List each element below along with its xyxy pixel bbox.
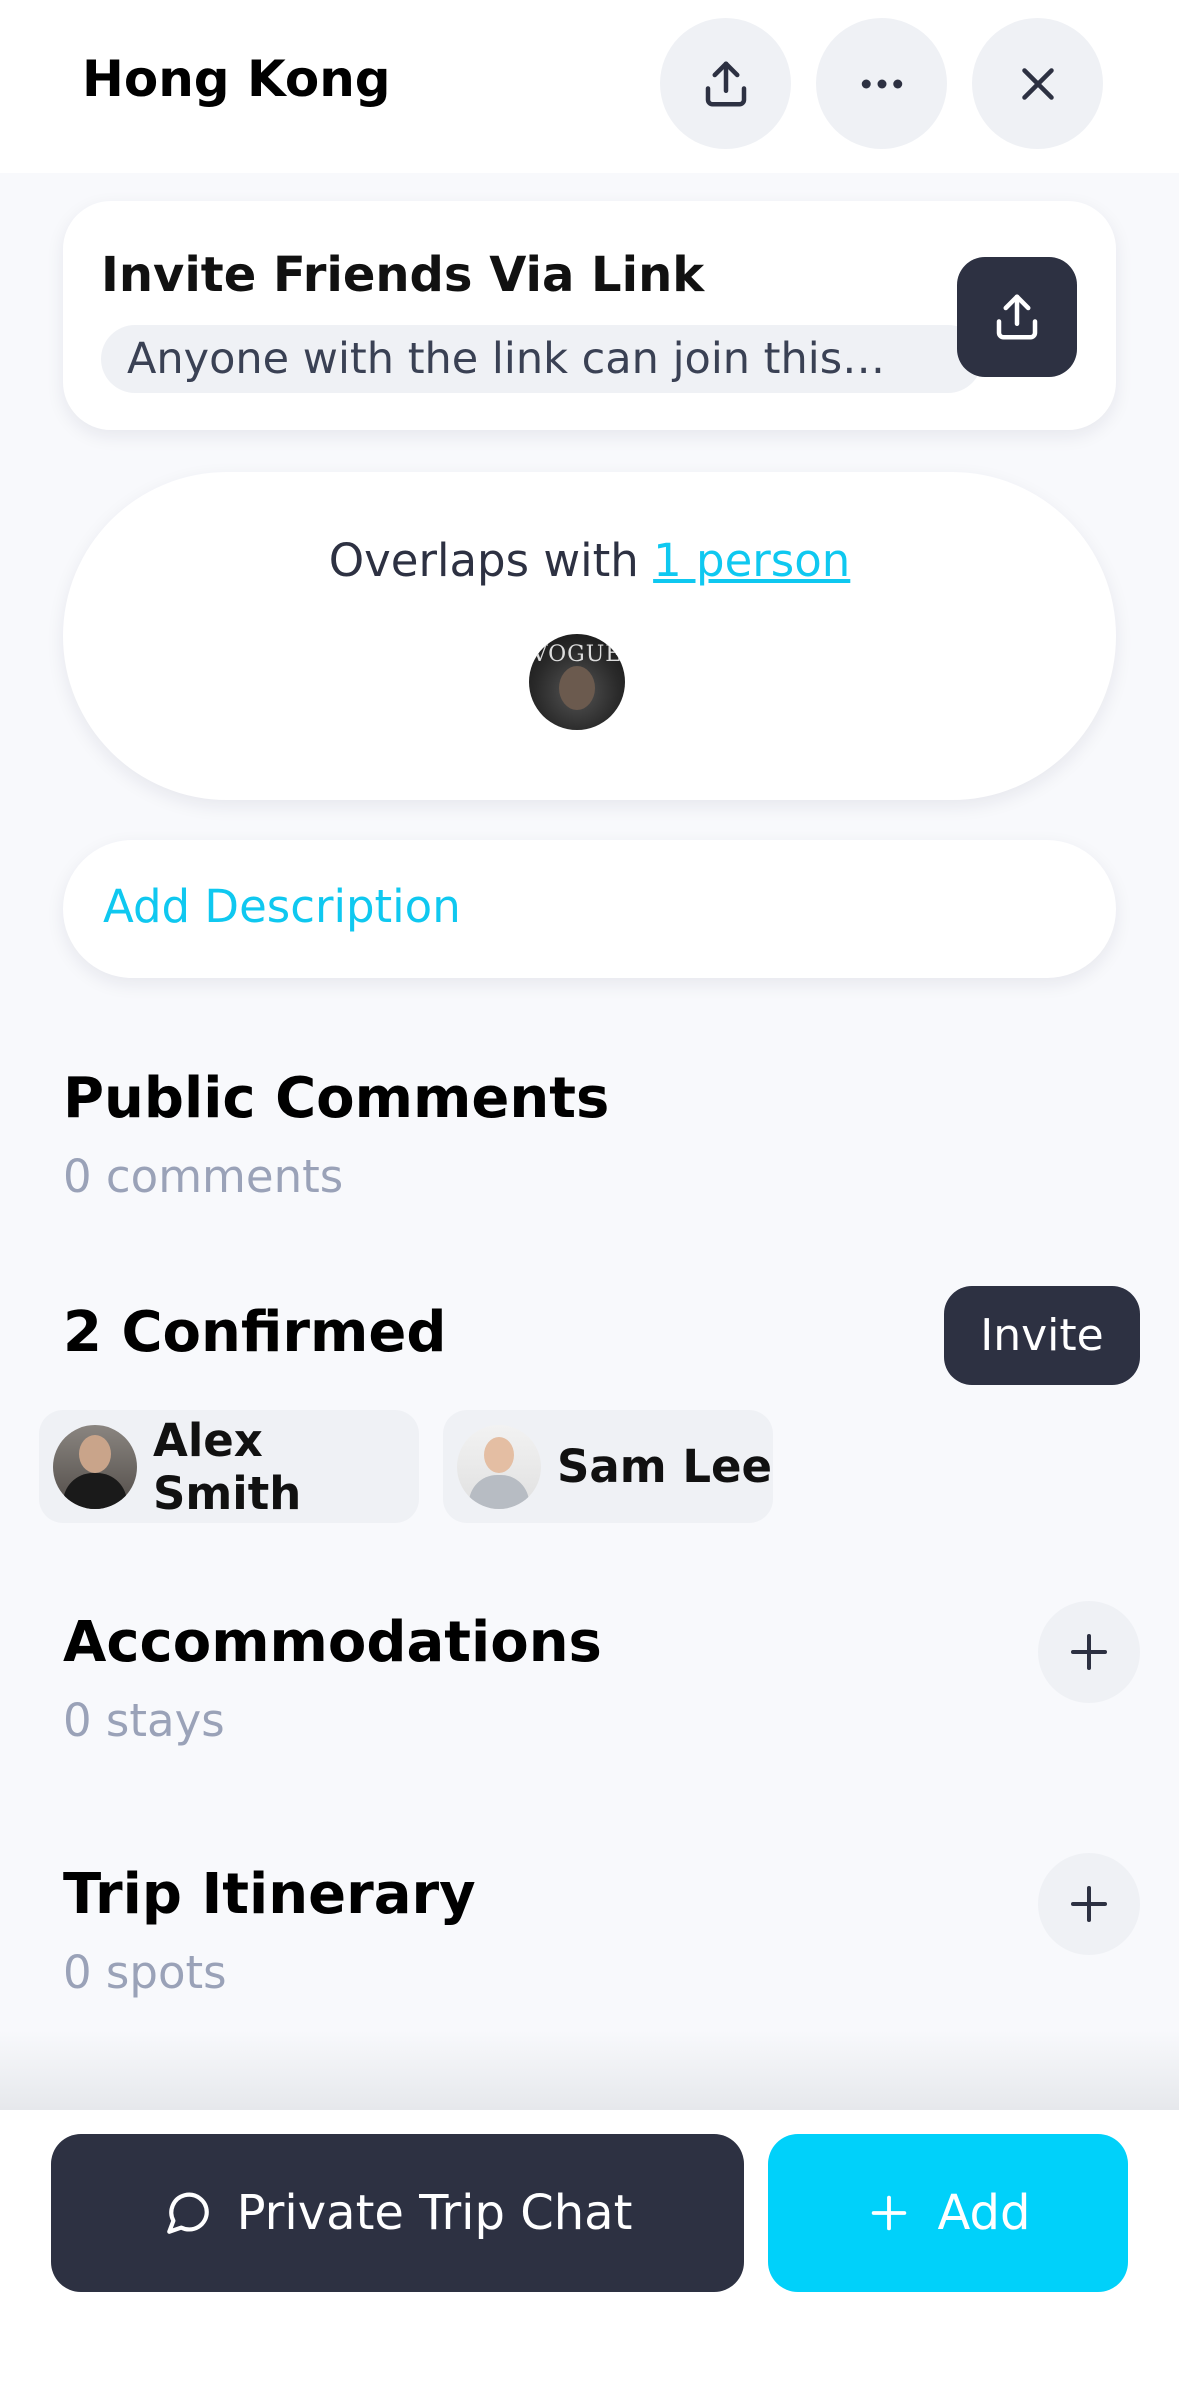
comments-count[interactable]: 0 comments bbox=[63, 1150, 343, 1203]
avatar-magazine-text: VOGUE bbox=[531, 642, 623, 667]
overlap-text: Overlaps with 1 person bbox=[63, 534, 1116, 587]
person-chip[interactable]: Sam Lee bbox=[443, 1410, 773, 1523]
itinerary-title: Trip Itinerary bbox=[63, 1862, 476, 1927]
invite-button[interactable]: Invite bbox=[944, 1286, 1140, 1385]
add-button-label: Add bbox=[937, 2185, 1031, 2241]
avatar bbox=[457, 1424, 541, 1509]
add-itinerary-button[interactable] bbox=[1038, 1853, 1140, 1955]
share-icon bbox=[996, 294, 1038, 340]
public-comments-title: Public Comments bbox=[63, 1066, 610, 1131]
itinerary-count: 0 spots bbox=[63, 1946, 227, 1999]
invite-subtitle: Anyone with the link can join this… bbox=[101, 325, 982, 393]
plus-icon bbox=[871, 2195, 906, 2231]
invite-link-share-button[interactable] bbox=[957, 257, 1077, 377]
close-icon bbox=[1021, 67, 1054, 100]
overlap-card: Overlaps with 1 person VOGUE bbox=[63, 472, 1116, 800]
plus-icon bbox=[1071, 1634, 1107, 1670]
avatar bbox=[53, 1424, 137, 1509]
avatar-face bbox=[559, 666, 595, 710]
invite-title: Invite Friends Via Link bbox=[101, 247, 705, 303]
chat-button-label: Private Trip Chat bbox=[236, 2185, 633, 2241]
more-icon bbox=[861, 79, 902, 88]
bottom-action-bar: Private Trip Chat Add bbox=[0, 2110, 1179, 2396]
private-trip-chat-button[interactable]: Private Trip Chat bbox=[51, 2134, 744, 2292]
overlap-prefix: Overlaps with bbox=[328, 534, 654, 587]
add-button[interactable]: Add bbox=[768, 2134, 1128, 2292]
add-description-button[interactable]: Add Description bbox=[63, 840, 1116, 978]
chat-bubble-icon bbox=[166, 2192, 209, 2234]
close-button[interactable] bbox=[972, 18, 1103, 149]
confirmed-title: 2 Confirmed bbox=[63, 1300, 447, 1365]
invite-card: Invite Friends Via Link Anyone with the … bbox=[63, 201, 1116, 430]
add-description-label: Add Description bbox=[103, 880, 461, 933]
header: Hong Kong bbox=[0, 0, 1179, 173]
scroll-fade bbox=[0, 2030, 1179, 2110]
more-button[interactable] bbox=[816, 18, 947, 149]
person-chip[interactable]: Alex Smith bbox=[39, 1410, 419, 1523]
plus-icon bbox=[1071, 1886, 1107, 1922]
accommodations-count: 0 stays bbox=[63, 1694, 225, 1747]
accommodations-title: Accommodations bbox=[63, 1610, 602, 1675]
overlap-link[interactable]: 1 person bbox=[653, 534, 850, 587]
add-accommodation-button[interactable] bbox=[1038, 1601, 1140, 1703]
person-name: Sam Lee bbox=[557, 1440, 773, 1493]
avatar[interactable]: VOGUE bbox=[529, 634, 625, 730]
person-name: Alex Smith bbox=[153, 1413, 302, 1520]
share-icon bbox=[705, 61, 746, 106]
share-button[interactable] bbox=[660, 18, 791, 149]
page-title: Hong Kong bbox=[82, 50, 391, 108]
